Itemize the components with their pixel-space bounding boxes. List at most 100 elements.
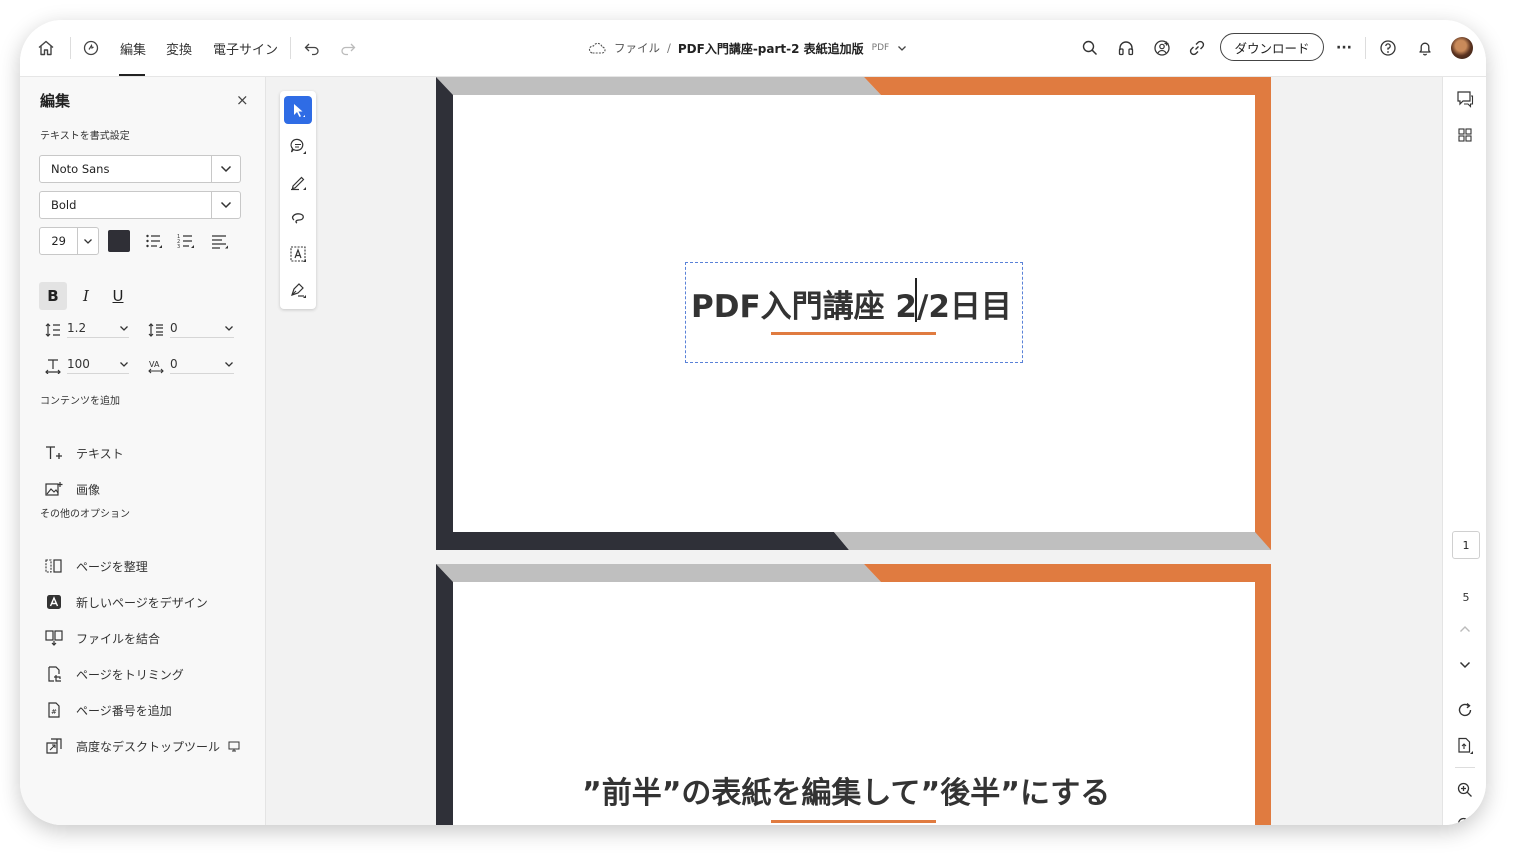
zoom-in-icon bbox=[1457, 782, 1473, 798]
file-type-label: PDF bbox=[871, 43, 890, 53]
edit-panel: 編集 × テキストを書式設定 Noto Sans Bold 29 1 2 3 B… bbox=[20, 77, 266, 825]
align-left-button[interactable] bbox=[206, 227, 234, 255]
chevron-up-icon bbox=[1459, 625, 1471, 633]
highlight-tool-button[interactable] bbox=[284, 168, 312, 196]
design-new-page-button[interactable]: 新しいページをデザイン bbox=[44, 590, 208, 614]
add-text-icon bbox=[44, 445, 64, 461]
avatar[interactable] bbox=[1451, 37, 1473, 59]
draw-tool-button[interactable] bbox=[284, 204, 312, 232]
underline-label: U bbox=[112, 287, 124, 305]
breadcrumb-root[interactable]: ファイル bbox=[614, 40, 660, 56]
organize-pages-button[interactable]: ページを整理 bbox=[44, 554, 148, 578]
help-icon bbox=[1379, 39, 1397, 57]
tab-edit[interactable]: 編集 bbox=[120, 20, 146, 76]
tab-convert[interactable]: 変換 bbox=[166, 20, 192, 76]
numbered-list-button[interactable]: 123 bbox=[172, 227, 200, 255]
add-text-button[interactable]: テキスト bbox=[44, 441, 124, 465]
svg-text:VA: VA bbox=[149, 360, 160, 369]
bullet-list-button[interactable] bbox=[140, 227, 168, 255]
share-user-button[interactable] bbox=[1153, 20, 1171, 76]
horizontal-scale-control[interactable]: 100 bbox=[45, 357, 129, 374]
add-image-button[interactable]: 画像 bbox=[44, 477, 100, 501]
comment-tool-button[interactable] bbox=[284, 132, 312, 160]
pdf-page-1: PDF入門講座 2/2日目 bbox=[436, 77, 1271, 550]
add-page-numbers-label: ページ番号を追加 bbox=[76, 703, 172, 718]
next-page-button[interactable] bbox=[1455, 655, 1475, 675]
add-page-numbers-button[interactable]: # ページ番号を追加 bbox=[44, 698, 172, 722]
home-icon bbox=[37, 39, 55, 57]
character-spacing-icon: VA bbox=[148, 358, 164, 374]
page-2-title[interactable]: ”前半”の表紙を編集して”後半”にする bbox=[582, 768, 1110, 812]
search-icon bbox=[1081, 39, 1099, 57]
paragraph-spacing-icon bbox=[148, 322, 164, 338]
ai-assistant-button[interactable] bbox=[82, 20, 100, 76]
tab-esign[interactable]: 電子サイン bbox=[213, 20, 278, 76]
combine-files-button[interactable]: ファイルを結合 bbox=[44, 626, 160, 650]
select-tool-button[interactable] bbox=[284, 96, 312, 124]
add-user-icon bbox=[1153, 39, 1171, 57]
paragraph-spacing-control[interactable]: 0 bbox=[148, 321, 234, 338]
freehand-icon bbox=[289, 209, 307, 227]
notifications-button[interactable] bbox=[1416, 20, 1434, 76]
link-icon bbox=[1188, 39, 1206, 57]
font-weight-value: Bold bbox=[51, 198, 77, 212]
redo-button[interactable] bbox=[339, 20, 357, 76]
previous-page-button[interactable] bbox=[1455, 619, 1475, 639]
pdf-page-2: ”前半”の表紙を編集して”後半”にする bbox=[436, 564, 1271, 825]
desktop-tools-button[interactable]: 高度なデスクトップツール bbox=[44, 734, 240, 758]
divider bbox=[290, 37, 291, 59]
search-button[interactable] bbox=[1081, 20, 1099, 76]
title-underline-decoration bbox=[771, 820, 936, 823]
chevron-down-icon[interactable] bbox=[897, 44, 907, 52]
font-family-value: Noto Sans bbox=[51, 162, 110, 176]
home-button[interactable] bbox=[37, 20, 55, 76]
download-button[interactable]: ダウンロード bbox=[1220, 33, 1324, 61]
svg-text:3: 3 bbox=[177, 244, 180, 249]
current-page-input[interactable]: 1 bbox=[1452, 531, 1480, 559]
italic-button[interactable]: I bbox=[72, 282, 100, 310]
add-content-heading: コンテンツを追加 bbox=[40, 396, 120, 407]
zoom-out-icon bbox=[1457, 817, 1473, 825]
comments-panel-button[interactable] bbox=[1455, 89, 1475, 109]
document-canvas[interactable]: PDF入門講座 2/2日目 ”前半”の表紙を編集して”後半”にする bbox=[266, 77, 1442, 825]
underline-button[interactable]: U bbox=[104, 282, 132, 310]
copy-link-button[interactable] bbox=[1188, 20, 1206, 76]
thumbnails-button[interactable] bbox=[1455, 125, 1475, 145]
text-box-tool-button[interactable] bbox=[284, 240, 312, 268]
sign-tool-button[interactable] bbox=[284, 276, 312, 304]
redo-icon bbox=[339, 39, 357, 57]
zoom-out-button[interactable] bbox=[1455, 815, 1475, 825]
document-icon bbox=[1456, 737, 1474, 755]
bold-label: B bbox=[47, 287, 59, 305]
adobe-express-icon bbox=[44, 594, 64, 610]
font-size-select[interactable]: 29 bbox=[39, 227, 99, 255]
read-aloud-button[interactable] bbox=[1117, 20, 1135, 76]
more-menu-button[interactable]: ··· bbox=[1336, 20, 1352, 76]
font-weight-select[interactable]: Bold bbox=[39, 191, 241, 219]
close-panel-button[interactable]: × bbox=[236, 91, 249, 109]
app-window: 編集 変換 電子サイン ファイル / PDF入門講座-part-2 表紙追加版 … bbox=[20, 20, 1486, 825]
grid-icon bbox=[1457, 127, 1473, 143]
line-spacing-control[interactable]: 1.2 bbox=[45, 321, 129, 338]
document-filename[interactable]: PDF入門講座-part-2 表紙追加版 bbox=[678, 40, 864, 57]
desktop-tools-label: 高度なデスクトップツール bbox=[76, 739, 221, 754]
crop-pages-button[interactable]: ページをトリミング bbox=[44, 662, 184, 686]
bell-icon bbox=[1416, 39, 1434, 57]
undo-button[interactable] bbox=[303, 20, 321, 76]
rotate-button[interactable] bbox=[1455, 700, 1475, 720]
help-button[interactable] bbox=[1379, 20, 1397, 76]
bold-button[interactable]: B bbox=[39, 282, 67, 310]
text-color-swatch[interactable] bbox=[108, 230, 130, 252]
total-pages: 5 bbox=[1462, 591, 1470, 604]
line-spacing-value: 1.2 bbox=[67, 321, 87, 335]
page-1-title[interactable]: PDF入門講座 2/2日目 bbox=[691, 281, 1012, 326]
character-spacing-control[interactable]: VA 0 bbox=[148, 357, 234, 374]
organize-pages-label: ページを整理 bbox=[76, 559, 148, 574]
zoom-in-button[interactable] bbox=[1455, 780, 1475, 800]
font-family-select[interactable]: Noto Sans bbox=[39, 155, 241, 183]
organize-pages-icon bbox=[44, 558, 64, 574]
chevron-down-icon bbox=[225, 325, 233, 331]
undo-icon bbox=[303, 39, 321, 57]
combine-files-icon bbox=[44, 630, 64, 646]
page-display-button[interactable] bbox=[1455, 736, 1475, 756]
